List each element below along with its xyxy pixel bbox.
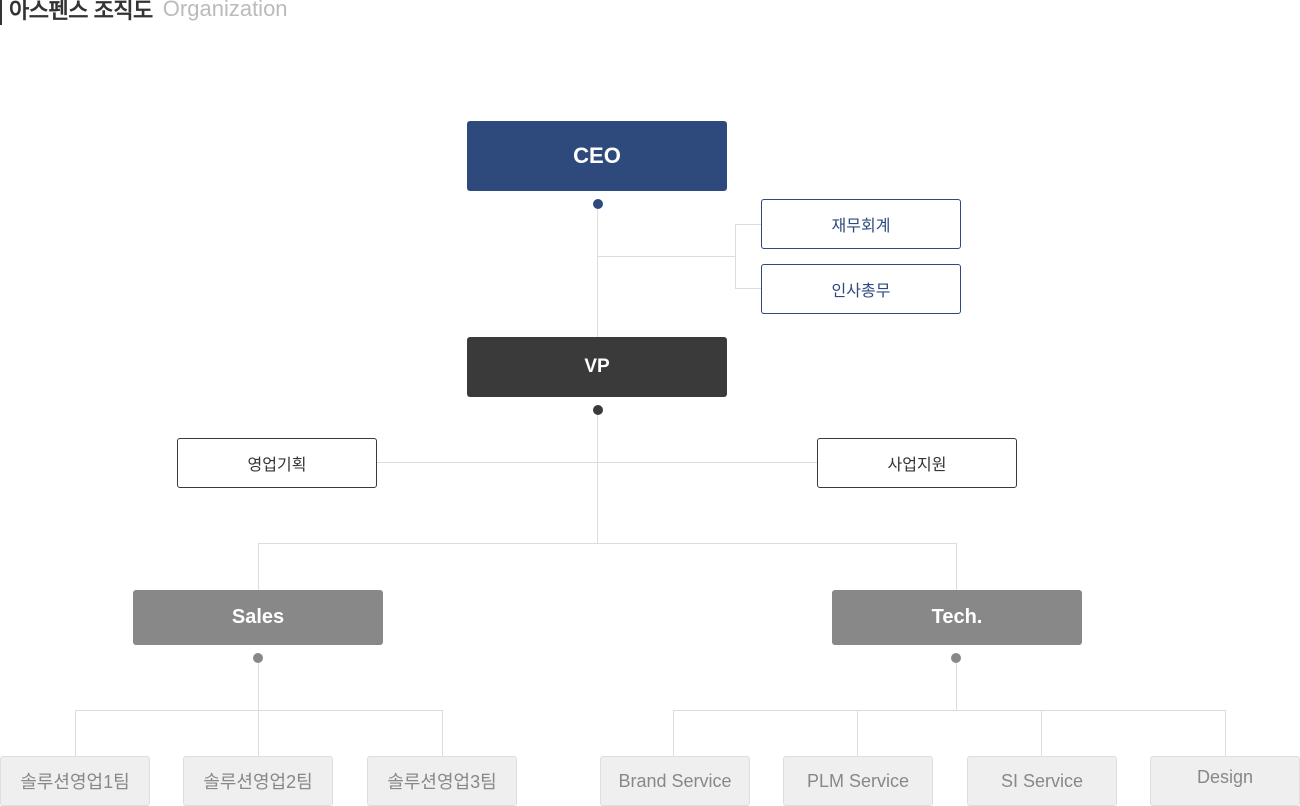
node-team[interactable]: 솔루션영업1팀: [0, 756, 150, 806]
node-label: Brand Service: [618, 770, 732, 791]
node-vp-staff-sales-planning[interactable]: 영업기획: [177, 438, 377, 488]
node-team[interactable]: SI Service: [967, 756, 1117, 806]
connector-tech-teams-h: [673, 710, 1226, 711]
connector-tech-team-3: [1041, 710, 1042, 756]
connector-vp-down: [597, 410, 598, 543]
connector-ceo-vp: [597, 204, 598, 337]
node-ceo-label: CEO: [573, 143, 621, 168]
node-vp-label: VP: [584, 356, 610, 377]
page-subtitle: Organization: [162, 0, 288, 21]
page-header: 아스펜스 조직도 Organization: [0, 0, 288, 25]
connector-tech-team-4: [1225, 710, 1226, 756]
node-team[interactable]: 솔루션영업2팀: [183, 756, 333, 806]
node-ceo-staff-hr[interactable]: 인사총무: [761, 264, 961, 314]
connector-vp-staff: [377, 462, 817, 463]
connector-staff-1: [735, 224, 761, 225]
node-ceo[interactable]: CEO: [467, 121, 727, 191]
node-label: SI Service: [1000, 770, 1084, 791]
connector-ceo-staff-v: [735, 224, 736, 289]
node-label: 솔루션영업1팀: [20, 772, 130, 792]
tech-connector-dot: [951, 653, 961, 663]
connector-sales-down: [258, 658, 259, 756]
connector-divisions-h: [258, 543, 957, 544]
connector-tech-team-2: [857, 710, 858, 756]
node-vp[interactable]: VP: [467, 337, 727, 397]
vp-connector-dot: [593, 405, 603, 415]
node-division-tech[interactable]: Tech.: [832, 590, 1082, 645]
node-label: 솔루션영업3팀: [387, 772, 497, 792]
connector-ceo-staff-h: [597, 256, 736, 257]
node-team[interactable]: 솔루션영업3팀: [367, 756, 517, 806]
node-label: 사업지원: [887, 457, 947, 474]
node-label: Design: [1196, 767, 1254, 787]
connector-tech-v: [956, 543, 957, 590]
connector-sales-v: [258, 543, 259, 590]
node-label: 인사총무: [831, 283, 891, 300]
node-team[interactable]: Brand Service: [600, 756, 750, 806]
connector-staff-2: [735, 288, 761, 289]
connector-tech-team-1: [673, 710, 674, 756]
ceo-connector-dot: [593, 199, 603, 209]
connector-sales-teams-h: [75, 710, 443, 711]
node-label: 솔루션영업2팀: [203, 772, 313, 792]
node-division-sales[interactable]: Sales: [133, 590, 383, 645]
sales-connector-dot: [253, 653, 263, 663]
connector-sales-team-1: [75, 710, 76, 756]
node-label: 재무회계: [831, 218, 891, 235]
node-vp-staff-business-support[interactable]: 사업지원: [817, 438, 1017, 488]
node-ceo-staff-finance[interactable]: 재무회계: [761, 199, 961, 249]
node-team[interactable]: Design: [1150, 756, 1300, 806]
connector-sales-team-3: [442, 710, 443, 756]
node-label: PLM Service: [806, 770, 910, 791]
node-label: 영업기획: [247, 457, 307, 474]
title-accent-bar: [0, 0, 2, 25]
node-label: Sales: [231, 606, 285, 628]
node-team[interactable]: PLM Service: [783, 756, 933, 806]
node-label: Tech.: [931, 606, 983, 628]
connector-tech-down: [956, 658, 957, 710]
page-title: 아스펜스 조직도: [9, 0, 153, 23]
